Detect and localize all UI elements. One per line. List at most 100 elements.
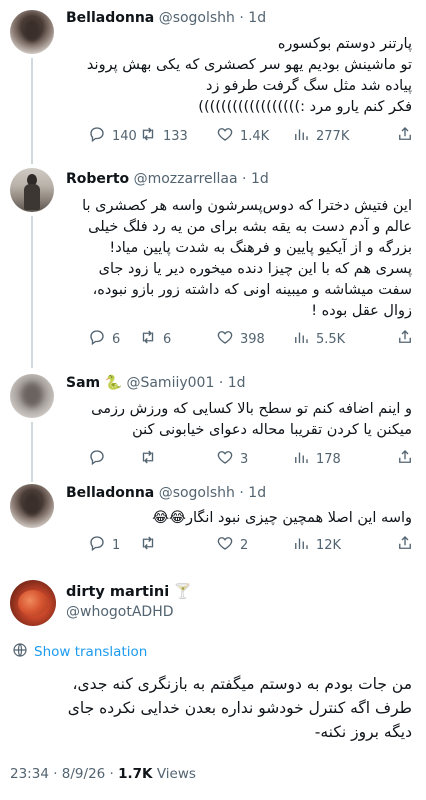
reply-button[interactable]: 6 (88, 328, 120, 350)
views-count: 277K (316, 128, 350, 144)
like-button[interactable]: 398 (216, 328, 265, 350)
tweet-line: پیاده شد مثل سگ گرفت طرفو زد (205, 78, 412, 94)
avatar[interactable] (10, 580, 56, 626)
globe-icon (12, 642, 28, 662)
like-count: 3 (240, 451, 249, 467)
reply-count: 1 (112, 537, 121, 553)
thread-line (31, 476, 33, 480)
post-time[interactable]: 23:34 (10, 766, 49, 782)
avatar[interactable] (10, 168, 54, 212)
reply-icon (88, 125, 106, 147)
reply-tweet-4[interactable]: Belladonna @sogolshh · 1d واسه این اصلا … (0, 476, 426, 568)
tweet-line: واسه این اصلا همچین چیزی نبود انگار😂😂 (152, 510, 412, 526)
retweet-button[interactable]: 6 (139, 328, 171, 350)
retweet-icon (139, 328, 157, 350)
tweet-header: Roberto @mozzarrellaa · 1d (66, 171, 269, 187)
separator-dot: · (53, 766, 58, 782)
handle[interactable]: @mozzarrellaa (134, 171, 238, 187)
retweet-count: 133 (163, 128, 188, 144)
heart-icon (216, 328, 234, 350)
tweet-header: Belladonna @sogolshh · 1d (66, 10, 266, 26)
like-button[interactable]: 3 (216, 448, 248, 470)
tweet-meta: 23:34 · 8/9/26 · 1.7K Views (10, 766, 196, 782)
reply-icon (88, 328, 106, 350)
views-count: 178 (316, 451, 341, 467)
retweet-icon (139, 448, 157, 470)
show-translation-button[interactable]: Show translation (12, 642, 147, 662)
share-icon (396, 534, 414, 556)
views-label: Views (156, 766, 196, 782)
heart-icon (216, 125, 234, 147)
show-translation-label: Show translation (34, 644, 148, 660)
post-date[interactable]: 8/9/26 (62, 766, 105, 782)
heart-icon (216, 534, 234, 556)
display-name[interactable]: Roberto (66, 171, 129, 187)
avatar[interactable] (10, 10, 54, 54)
like-count: 1.4K (240, 128, 270, 144)
reply-tweet-3[interactable]: Sam 🐍 @Samiiy001 · 1d و اینم اضافه کنم ت… (0, 352, 426, 482)
tweet-line: پارتنر دوستم بوکسوره (277, 36, 412, 52)
tweet-line: این فتیش دخترا که دوس‌پسرشون واسه هر کصش… (82, 198, 412, 214)
timestamp[interactable]: 1d (251, 171, 269, 187)
reply-count: 6 (112, 331, 121, 347)
handle[interactable]: @whogotADHD (66, 604, 174, 620)
views-button[interactable]: 12K (292, 534, 341, 556)
display-name[interactable]: Belladonna (66, 10, 154, 26)
reply-tweet-1[interactable]: Belladonna @sogolshh · 1d پارتنر دوستم ب… (0, 0, 426, 158)
views-icon (292, 448, 310, 470)
reply-button[interactable]: 140 (88, 125, 137, 147)
handle[interactable]: @Samiiy001 (126, 375, 214, 391)
reply-button[interactable] (88, 448, 112, 470)
tweet-header: Sam 🐍 @Samiiy001 · 1d (66, 375, 246, 391)
display-name[interactable]: dirty martini (66, 584, 169, 600)
views-button[interactable]: 277K (292, 125, 349, 147)
separator-dot: · (239, 10, 244, 26)
retweet-icon (139, 125, 157, 147)
share-button[interactable] (396, 534, 414, 556)
share-button[interactable] (396, 125, 414, 147)
views-icon (292, 125, 310, 147)
tweet-line: میکنن یا کردن تقریبا محاله دعوای خیابونی… (132, 422, 412, 438)
tweet-text: و اینم اضافه کنم تو سطح بالا کسایی که ور… (66, 399, 412, 441)
timestamp[interactable]: 1d (228, 375, 246, 391)
views-button[interactable]: 178 (292, 448, 341, 470)
snake-emoji-icon: 🐍 (104, 375, 123, 391)
reply-tweet-2[interactable]: Roberto @mozzarrellaa · 1d این فتیش دختر… (0, 152, 426, 356)
tweet-header: Belladonna @sogolshh · 1d (66, 485, 266, 501)
avatar[interactable] (10, 374, 54, 418)
retweet-button[interactable] (139, 448, 163, 470)
tweet-line: طرف اگه کنترل خودشو نداره بعدن خدایی نکر… (67, 699, 412, 717)
tweet-line: پسری هم که با این چیزا دنده میخوره دیر ی… (98, 261, 412, 277)
thread-line (31, 216, 33, 356)
reply-button[interactable]: 1 (88, 534, 120, 556)
tweet-text: واسه این اصلا همچین چیزی نبود انگار😂😂 (66, 508, 412, 529)
display-name[interactable]: Belladonna (66, 485, 154, 501)
tweet-line: من جات بودم به دوستم میگفتم به بازنگری ک… (72, 675, 412, 693)
timestamp[interactable]: 1d (248, 485, 266, 501)
main-tweet: dirty martini 🍸 @whogotADHD Show transla… (0, 568, 426, 800)
like-button[interactable]: 1.4K (216, 125, 269, 147)
action-bar: 140 133 1.4K 277K (66, 125, 412, 145)
reply-count: 140 (112, 128, 137, 144)
display-name[interactable]: Sam (66, 375, 100, 391)
cocktail-emoji-icon: 🍸 (173, 584, 192, 600)
thread-line (31, 152, 33, 164)
handle[interactable]: @sogolshh (159, 10, 235, 26)
separator-dot: · (242, 171, 247, 187)
tweet-line: بزرگه و از آیکیو پایین و فرهنگ به شدت پا… (109, 240, 412, 256)
tweet-line: تو ماشینش بودیم یهو سر کصشری که یکی بهش … (86, 57, 412, 73)
timestamp[interactable]: 1d (248, 10, 266, 26)
handle[interactable]: @sogolshh (159, 485, 235, 501)
views-button[interactable]: 5.5K (292, 328, 345, 350)
retweet-button[interactable]: 133 (139, 125, 188, 147)
avatar[interactable] (10, 484, 54, 528)
tweet-line: سفت میشاشه و میبینه اونی که داشته زور با… (92, 282, 412, 298)
tweet-line: عالم و آدم دست به یقه بشه برای من یه رد … (88, 219, 412, 235)
share-icon (396, 448, 414, 470)
retweet-button[interactable] (139, 534, 163, 556)
like-button[interactable]: 2 (216, 534, 248, 556)
thread-line (31, 422, 33, 482)
share-button[interactable] (396, 328, 414, 350)
share-button[interactable] (396, 448, 414, 470)
separator-dot: · (109, 766, 114, 782)
